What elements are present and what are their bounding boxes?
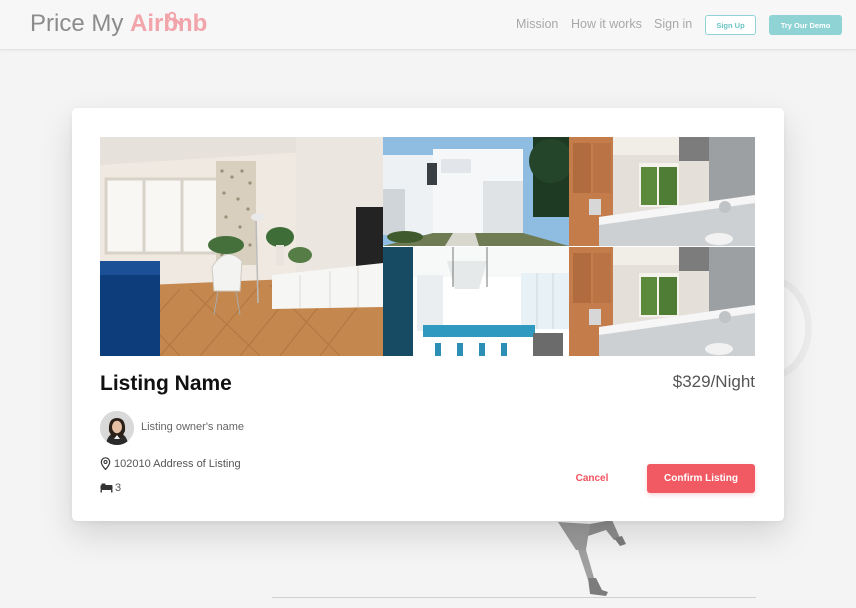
nav-how-it-works[interactable]: How it works: [571, 17, 642, 31]
listing-price: $329/Night: [672, 372, 755, 391]
logo-text: Price My: [30, 10, 124, 37]
sign-up-button[interactable]: Sign Up: [705, 15, 756, 35]
bed-icon: [100, 483, 113, 493]
nav-sign-in[interactable]: Sign in: [654, 17, 692, 31]
nav-mission[interactable]: Mission: [516, 17, 558, 31]
cancel-button[interactable]: Cancel: [565, 464, 619, 492]
photo-kitchen-3[interactable]: [569, 247, 755, 356]
owner-avatar: [100, 411, 134, 445]
photo-house-exterior[interactable]: [383, 137, 569, 246]
bed-count: 3: [115, 482, 122, 494]
confirm-listing-button[interactable]: Confirm Listing: [647, 464, 755, 493]
photo-gallery: [100, 137, 755, 356]
background-floor-line: [272, 597, 756, 598]
owner-name: Listing owner's name: [141, 421, 244, 433]
location-pin-icon: [100, 457, 111, 470]
address-row: 102010 Address of Listing: [100, 457, 241, 470]
search-key-icon: [167, 11, 182, 26]
top-navbar: Price My Airbnb Mission How it works Sig…: [0, 0, 856, 50]
listing-confirm-modal: Listing Name $329/Night Listing owner's …: [72, 108, 784, 521]
beds-row: 3: [100, 482, 121, 494]
listing-address: 102010 Address of Listing: [114, 457, 241, 470]
listing-name: Listing Name: [100, 372, 232, 395]
photo-kitchen-1[interactable]: [569, 137, 755, 246]
photo-living-room[interactable]: [100, 137, 383, 356]
photo-kitchen-2[interactable]: [383, 247, 569, 356]
try-demo-button[interactable]: Try Our Demo: [769, 15, 842, 35]
background-person-illustration: [558, 520, 626, 596]
